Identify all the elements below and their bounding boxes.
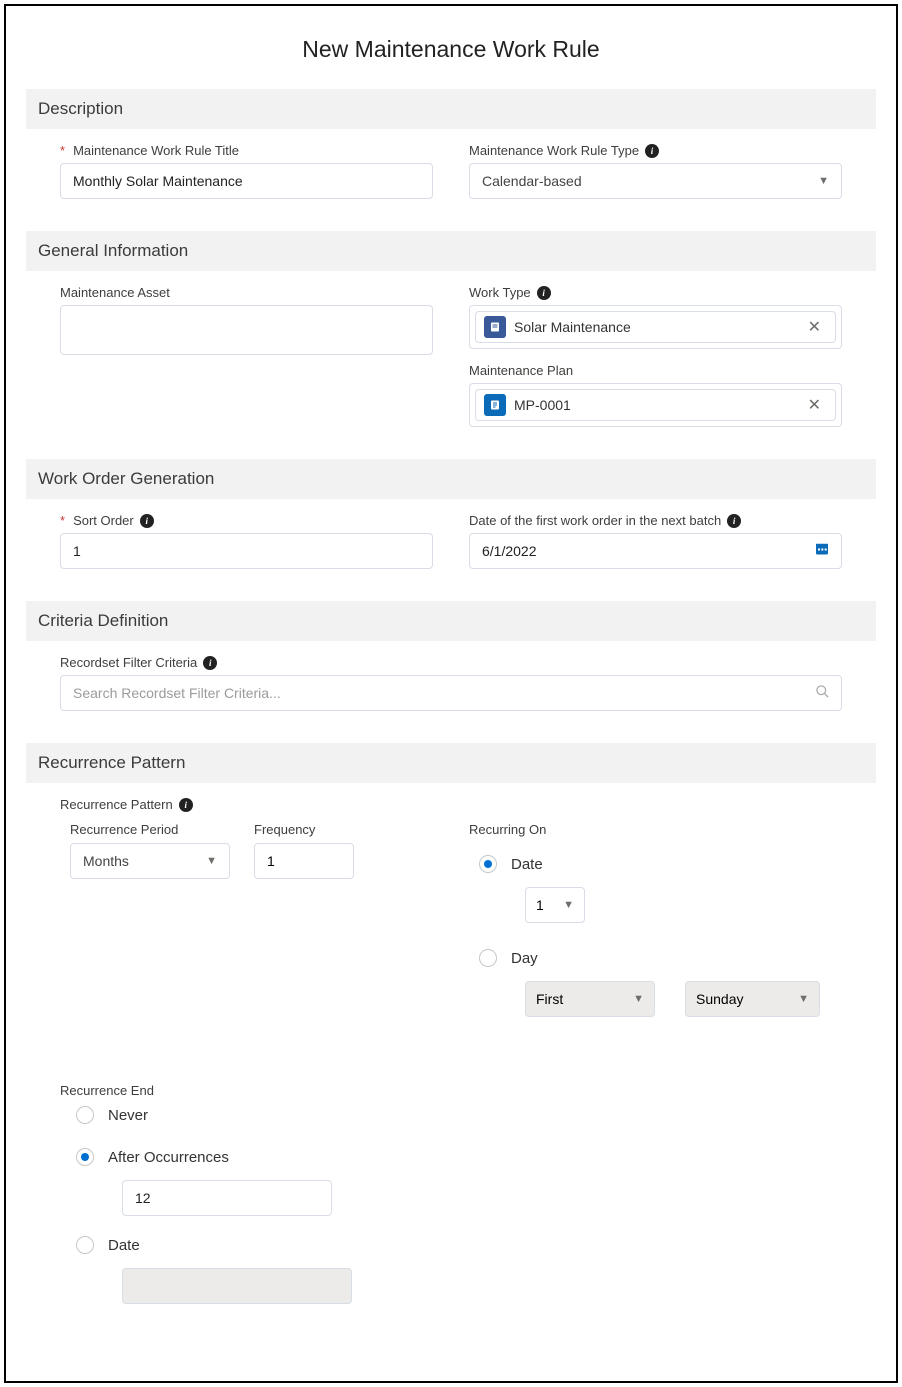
filter-label: Recordset Filter Criteria i xyxy=(60,655,842,670)
filter-search-input[interactable] xyxy=(60,675,842,711)
day-name-select[interactable]: Sunday ▼ xyxy=(685,981,820,1017)
plan-icon xyxy=(484,394,506,416)
recurrence-end-label: Recurrence End xyxy=(60,1083,842,1098)
info-icon[interactable]: i xyxy=(203,656,217,670)
calendar-icon[interactable] xyxy=(814,541,830,562)
type-label: Maintenance Work Rule Type i xyxy=(469,143,842,158)
worktype-lookup[interactable]: Solar Maintenance ✕ xyxy=(469,305,842,349)
end-date-input[interactable] xyxy=(122,1268,352,1304)
section-criteria-header: Criteria Definition xyxy=(26,601,876,641)
end-after-label: After Occurrences xyxy=(108,1149,229,1166)
close-icon[interactable]: ✕ xyxy=(802,317,827,337)
section-workorder-header: Work Order Generation xyxy=(26,459,876,499)
period-label: Recurrence Period xyxy=(70,822,230,837)
info-icon[interactable]: i xyxy=(179,798,193,812)
period-select[interactable]: Months ▼ xyxy=(70,843,230,879)
section-recurrence-header: Recurrence Pattern xyxy=(26,743,876,783)
recurring-date-radio[interactable] xyxy=(479,855,497,873)
end-date-label: Date xyxy=(108,1237,140,1254)
recurring-date-value-select[interactable]: 1 ▼ xyxy=(525,887,585,923)
info-icon[interactable]: i xyxy=(140,514,154,528)
chevron-down-icon: ▼ xyxy=(206,855,217,867)
asset-input[interactable] xyxy=(60,305,433,355)
end-date-radio[interactable] xyxy=(76,1236,94,1254)
info-icon[interactable]: i xyxy=(537,286,551,300)
sortorder-label: *Sort Order i xyxy=(60,513,433,528)
info-icon[interactable]: i xyxy=(645,144,659,158)
end-never-radio[interactable] xyxy=(76,1106,94,1124)
title-label: *Maintenance Work Rule Title xyxy=(60,143,433,158)
close-icon[interactable]: ✕ xyxy=(802,395,827,415)
section-description-header: Description xyxy=(26,89,876,129)
worktype-icon xyxy=(484,316,506,338)
frequency-input[interactable] xyxy=(254,843,354,879)
chevron-down-icon: ▼ xyxy=(798,993,809,1005)
plan-label: Maintenance Plan xyxy=(469,363,842,378)
end-never-label: Never xyxy=(108,1107,148,1124)
firstdate-label: Date of the first work order in the next… xyxy=(469,513,842,528)
title-input[interactable] xyxy=(60,163,433,199)
firstdate-input[interactable] xyxy=(469,533,842,569)
end-after-input[interactable] xyxy=(122,1180,332,1216)
worktype-label: Work Type i xyxy=(469,285,842,300)
recurring-day-radio[interactable] xyxy=(479,949,497,967)
recurrence-pattern-label: Recurrence Pattern i xyxy=(60,797,842,812)
type-select[interactable]: Calendar-based ▼ xyxy=(469,163,842,199)
recurring-day-label: Day xyxy=(511,950,538,967)
frequency-label: Frequency xyxy=(254,822,354,837)
asset-label: Maintenance Asset xyxy=(60,285,433,300)
chevron-down-icon: ▼ xyxy=(633,993,644,1005)
page-title: New Maintenance Work Rule xyxy=(26,36,876,63)
day-ordinal-select[interactable]: First ▼ xyxy=(525,981,655,1017)
end-after-radio[interactable] xyxy=(76,1148,94,1166)
search-icon xyxy=(815,684,830,702)
section-general-header: General Information xyxy=(26,231,876,271)
chevron-down-icon: ▼ xyxy=(818,175,829,187)
sortorder-input[interactable] xyxy=(60,533,433,569)
recurring-date-label: Date xyxy=(511,856,543,873)
info-icon[interactable]: i xyxy=(727,514,741,528)
plan-lookup[interactable]: MP-0001 ✕ xyxy=(469,383,842,427)
chevron-down-icon: ▼ xyxy=(563,899,574,911)
recurring-on-label: Recurring On xyxy=(469,822,842,837)
